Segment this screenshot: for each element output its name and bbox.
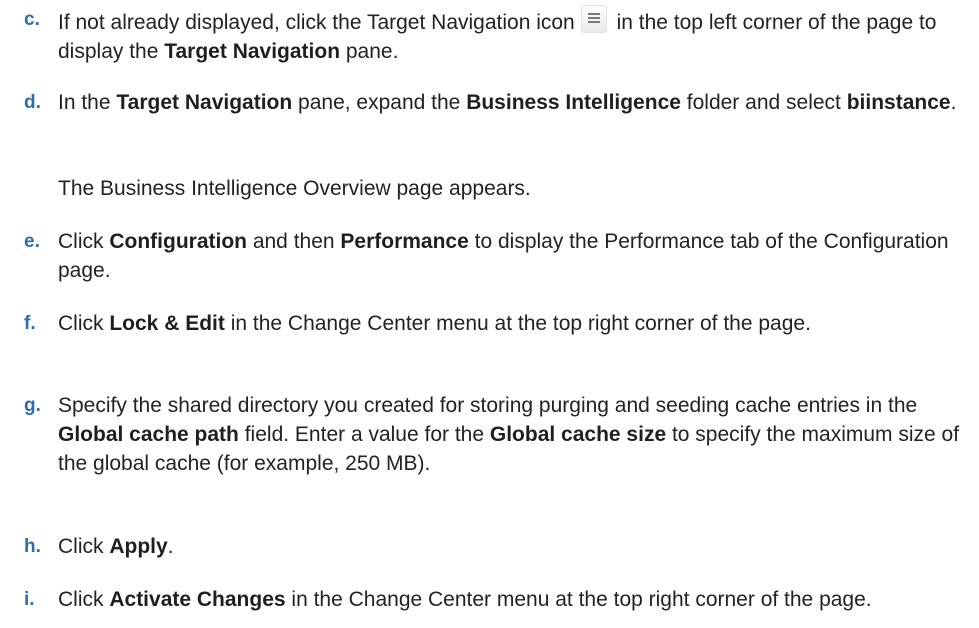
- bold-term: Activate Changes: [109, 588, 286, 611]
- text-run: folder and select: [680, 91, 847, 114]
- step-text: Specify the shared directory you created…: [58, 391, 974, 478]
- text-run: pane.: [340, 40, 399, 63]
- text-run: field. Enter a value for the: [238, 423, 490, 446]
- step-marker: f.: [24, 313, 36, 334]
- bold-term: Lock & Edit: [109, 312, 225, 335]
- bold-term: Global cache path: [58, 423, 239, 446]
- step-marker: d.: [24, 92, 41, 113]
- bold-term: Apply: [109, 535, 168, 558]
- text-run: In the: [58, 91, 117, 114]
- step-marker: g.: [24, 395, 41, 416]
- step-text: Click Configuration and then Performance…: [58, 227, 974, 285]
- text-run: Click: [58, 230, 110, 253]
- text-run: Specify the shared directory you created…: [58, 394, 918, 417]
- text-run: in the Change Center menu at the top rig…: [224, 312, 811, 335]
- step-marker: i.: [24, 589, 35, 610]
- step-text: Click Lock & Edit in the Change Center m…: [58, 309, 974, 338]
- step-text: If not already displayed, click the Targ…: [58, 5, 974, 66]
- bold-term: Business Intelligence: [466, 91, 681, 114]
- bold-term: Performance: [340, 230, 469, 253]
- text-run: If not already displayed, click the Targ…: [58, 11, 575, 34]
- bold-term: biinstance: [846, 91, 951, 114]
- step-note: The Business Intelligence Overview page …: [58, 177, 531, 200]
- text-run: pane, expand the: [292, 91, 467, 114]
- text-run: Click: [58, 588, 110, 611]
- bold-term: Target Navigation: [164, 40, 341, 63]
- step-marker: c.: [24, 9, 40, 30]
- step-text: Click Activate Changes in the Change Cen…: [58, 585, 974, 614]
- step-marker: e.: [24, 231, 40, 252]
- step-text: In the Target Navigation pane, expand th…: [58, 88, 974, 117]
- text-run: .: [167, 535, 174, 558]
- text-run: .: [950, 91, 957, 114]
- text-run: Click: [58, 535, 110, 558]
- instruction-document: c. If not already displayed, click the T…: [0, 0, 979, 628]
- text-run: in the Change Center menu at the top rig…: [285, 588, 872, 611]
- step-marker: h.: [24, 536, 41, 557]
- navigation-menu-icon: [580, 5, 607, 33]
- bold-term: Global cache size: [489, 423, 667, 446]
- text-run: and then: [246, 230, 341, 253]
- bold-term: Configuration: [109, 230, 247, 253]
- step-text: Click Apply.: [58, 532, 974, 561]
- text-run: Click: [58, 312, 110, 335]
- bold-term: Target Navigation: [116, 91, 293, 114]
